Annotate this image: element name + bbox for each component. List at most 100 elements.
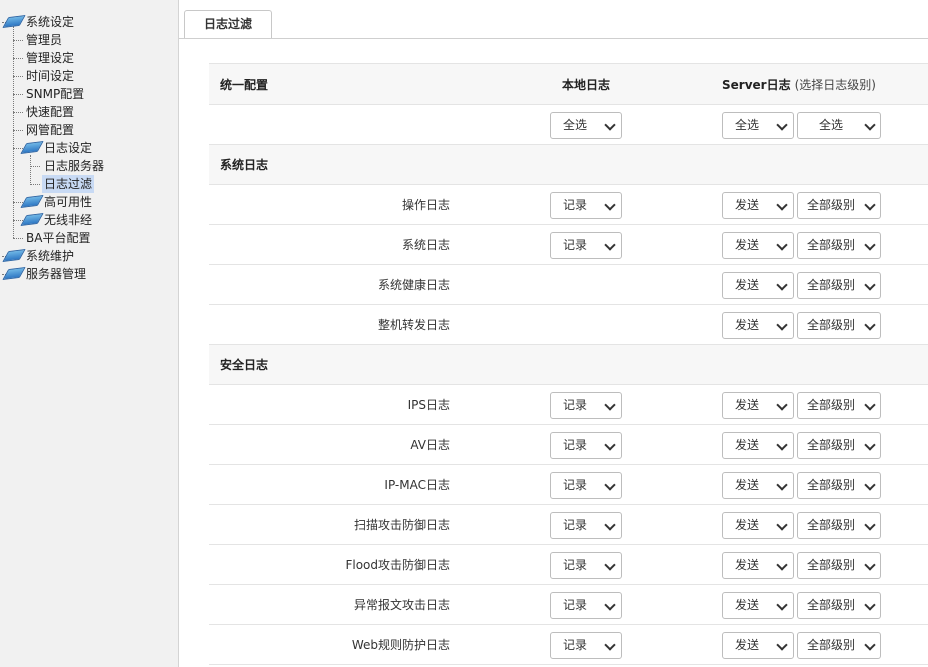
tree-item-quick-config[interactable]: 快速配置 <box>24 103 76 121</box>
server-log-select[interactable]: 发送 <box>722 272 794 299</box>
tree-item-system-settings[interactable]: 系统设定 <box>2 13 76 31</box>
table-row: AV日志 记录 发送 全部级别 <box>209 425 928 465</box>
chevron-down-icon <box>604 399 616 411</box>
unified-config-row: 全选 全选 全选 <box>209 105 928 145</box>
folder-icon <box>2 248 26 263</box>
chevron-down-icon <box>864 119 876 131</box>
chevron-down-icon <box>864 639 876 651</box>
server-log-column-header: Server日志 (选择日志级别) <box>722 64 876 106</box>
section-title: 系统日志 <box>220 158 269 172</box>
folder-open-icon <box>2 14 26 29</box>
chevron-down-icon <box>864 279 876 291</box>
table-row: 异常报文攻击日志 记录 发送 全部级别 <box>209 585 928 625</box>
unified-local-select[interactable]: 全选 <box>550 112 622 139</box>
tree-item-system-maintenance[interactable]: 系统维护 <box>2 247 76 265</box>
tree-item-time-settings[interactable]: 时间设定 <box>24 67 76 85</box>
log-level-select[interactable]: 全部级别 <box>797 552 881 579</box>
tree-item-log-settings[interactable]: 日志设定 <box>20 139 94 157</box>
chevron-down-icon <box>776 239 788 251</box>
local-log-column-header: 本地日志 <box>561 78 610 92</box>
tree-connector <box>13 76 23 77</box>
server-log-select[interactable]: 发送 <box>722 232 794 259</box>
table-row: IP-MAC日志 记录 发送 全部级别 <box>209 465 928 505</box>
server-log-select[interactable]: 发送 <box>722 432 794 459</box>
chevron-down-icon <box>864 399 876 411</box>
tree-item-nms-config[interactable]: 网管配置 <box>24 121 76 139</box>
log-level-select[interactable]: 全部级别 <box>797 392 881 419</box>
table-header-row: 统一配置 本地日志 Server日志 (选择日志级别) <box>209 63 928 105</box>
log-type-label: Web规则防护日志 <box>351 638 450 652</box>
local-log-select[interactable]: 记录 <box>550 632 622 659</box>
chevron-down-icon <box>604 479 616 491</box>
section-title: 安全日志 <box>220 358 269 372</box>
chevron-down-icon <box>604 119 616 131</box>
tree-item-management-settings[interactable]: 管理设定 <box>24 49 76 67</box>
log-level-select[interactable]: 全部级别 <box>797 312 881 339</box>
server-log-select[interactable]: 发送 <box>722 512 794 539</box>
log-level-select[interactable]: 全部级别 <box>797 512 881 539</box>
server-log-select[interactable]: 发送 <box>722 592 794 619</box>
server-log-select[interactable]: 发送 <box>722 392 794 419</box>
server-log-select[interactable]: 发送 <box>722 192 794 219</box>
log-level-select[interactable]: 全部级别 <box>797 432 881 459</box>
log-type-label: Flood攻击防御日志 <box>345 558 450 572</box>
tree-item-high-availability[interactable]: 高可用性 <box>20 193 94 211</box>
unified-server-select[interactable]: 全选 <box>722 112 794 139</box>
log-level-select[interactable]: 全部级别 <box>797 192 881 219</box>
chevron-down-icon <box>864 199 876 211</box>
tree-item-server-management[interactable]: 服务器管理 <box>2 265 88 283</box>
chevron-down-icon <box>604 519 616 531</box>
chevron-down-icon <box>864 439 876 451</box>
local-log-select[interactable]: 记录 <box>550 512 622 539</box>
tree-item-log-filter[interactable]: 日志过滤 <box>42 175 95 193</box>
chevron-down-icon <box>864 319 876 331</box>
tree-connector <box>13 148 23 149</box>
chevron-down-icon <box>864 599 876 611</box>
tree-item-wireless[interactable]: 无线非经 <box>20 211 94 229</box>
chevron-down-icon <box>776 479 788 491</box>
tree-item-ba-platform[interactable]: BA平台配置 <box>24 229 92 247</box>
table-row: Flood攻击防御日志 记录 发送 全部级别 <box>209 545 928 585</box>
chevron-down-icon <box>776 119 788 131</box>
log-type-label: IPS日志 <box>407 398 450 412</box>
log-level-select[interactable]: 全部级别 <box>797 632 881 659</box>
tab-log-filter[interactable]: 日志过滤 <box>184 10 272 38</box>
tree-item-administrator[interactable]: 管理员 <box>24 31 64 49</box>
server-log-select[interactable]: 发送 <box>722 632 794 659</box>
chevron-down-icon <box>776 319 788 331</box>
local-log-select[interactable]: 记录 <box>550 232 622 259</box>
local-log-select[interactable]: 记录 <box>550 552 622 579</box>
unified-level-select[interactable]: 全选 <box>797 112 881 139</box>
tree-item-snmp-config[interactable]: SNMP配置 <box>24 85 86 103</box>
table-row: 整机转发日志 发送 全部级别 <box>209 305 928 345</box>
local-log-select[interactable]: 记录 <box>550 472 622 499</box>
tree-connector <box>30 166 40 167</box>
server-log-select[interactable]: 发送 <box>722 472 794 499</box>
log-level-select[interactable]: 全部级别 <box>797 272 881 299</box>
tree-connector <box>13 238 23 239</box>
chevron-down-icon <box>604 599 616 611</box>
folder-icon <box>20 212 44 227</box>
log-level-select[interactable]: 全部级别 <box>797 232 881 259</box>
local-log-select[interactable]: 记录 <box>550 592 622 619</box>
server-log-select[interactable]: 发送 <box>722 552 794 579</box>
local-log-select[interactable]: 记录 <box>550 432 622 459</box>
table-row: IPS日志 记录 发送 全部级别 <box>209 385 928 425</box>
log-type-label: IP-MAC日志 <box>384 478 450 492</box>
local-log-select[interactable]: 记录 <box>550 192 622 219</box>
tree-connector <box>30 184 40 185</box>
folder-open-icon <box>20 140 44 155</box>
tab-bar: 日志过滤 <box>179 0 928 39</box>
sidebar-tree: 系统设定 管理员 管理设定 时间设定 SNMP配置 快速配置 网管配置 日志设定… <box>0 0 179 667</box>
chevron-down-icon <box>776 559 788 571</box>
log-level-select[interactable]: 全部级别 <box>797 472 881 499</box>
tree-item-log-server[interactable]: 日志服务器 <box>42 157 106 175</box>
folder-icon <box>2 266 26 281</box>
tree-connector <box>13 112 23 113</box>
local-log-select[interactable]: 记录 <box>550 392 622 419</box>
server-log-select[interactable]: 发送 <box>722 312 794 339</box>
table-row: 扫描攻击防御日志 记录 发送 全部级别 <box>209 505 928 545</box>
log-level-select[interactable]: 全部级别 <box>797 592 881 619</box>
table-row: 系统健康日志 发送 全部级别 <box>209 265 928 305</box>
chevron-down-icon <box>776 599 788 611</box>
